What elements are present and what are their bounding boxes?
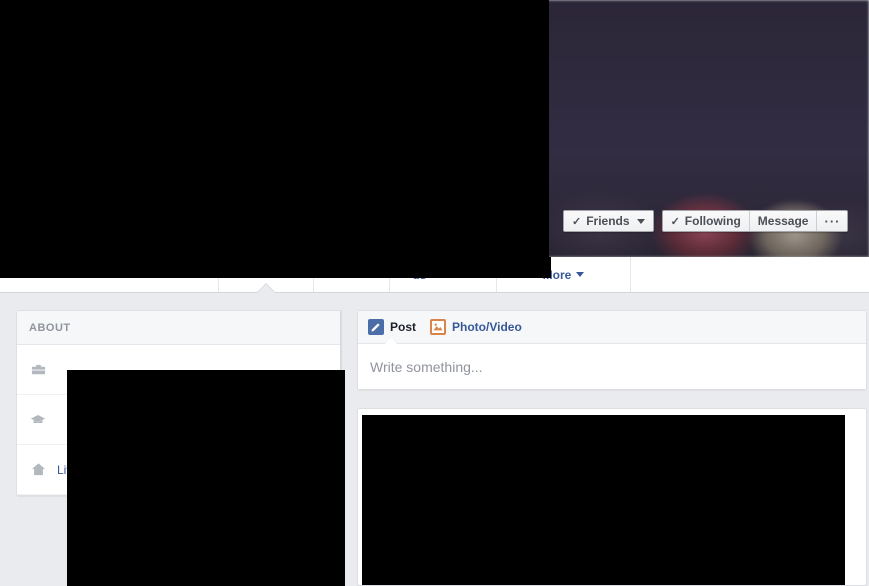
nav-right-spacer bbox=[631, 257, 869, 292]
friends-button[interactable]: ✓ Friends bbox=[564, 211, 653, 231]
photo-icon bbox=[430, 319, 447, 335]
following-message-button-group: ✓ Following Message ··· bbox=[661, 210, 849, 232]
composer-tab-bar: Post Photo/Video bbox=[358, 311, 866, 345]
following-button[interactable]: ✓ Following bbox=[662, 211, 750, 231]
friends-button-label: Friends bbox=[586, 214, 630, 228]
post-card bbox=[357, 408, 867, 586]
redaction-block-nav bbox=[0, 257, 551, 278]
message-button-label: Message bbox=[757, 214, 809, 228]
tab-photo-video[interactable]: Photo/Video bbox=[430, 311, 522, 344]
home-icon bbox=[27, 462, 49, 477]
cover-action-buttons: ✓ Friends ✓ Following Message ··· bbox=[563, 210, 849, 232]
following-button-label: Following bbox=[684, 214, 741, 228]
tab-post-label: Post bbox=[390, 320, 417, 334]
redaction-block-about bbox=[67, 370, 345, 586]
check-icon: ✓ bbox=[670, 215, 680, 228]
ellipsis-icon: ··· bbox=[824, 213, 841, 229]
post-composer-card: Post Photo/Video Write something... bbox=[357, 310, 867, 390]
redaction-block-cover bbox=[0, 0, 549, 278]
about-card-header: ABOUT bbox=[17, 311, 340, 345]
check-icon: ✓ bbox=[572, 215, 582, 228]
tab-post[interactable]: Post bbox=[368, 311, 417, 345]
more-options-button[interactable]: ··· bbox=[817, 211, 848, 231]
tab-photo-video-label: Photo/Video bbox=[452, 320, 522, 334]
message-button[interactable]: Message bbox=[749, 211, 818, 231]
briefcase-icon bbox=[27, 362, 49, 377]
post-composer-input[interactable]: Write something... bbox=[358, 344, 866, 389]
chevron-down-icon bbox=[636, 218, 645, 224]
redaction-block-post bbox=[362, 415, 845, 585]
facebook-profile-page: ✓ Friends ✓ Following Message ··· More A… bbox=[0, 0, 869, 586]
graduation-cap-icon bbox=[27, 412, 49, 427]
friends-button-group: ✓ Friends bbox=[563, 210, 654, 232]
chevron-down-icon bbox=[576, 272, 585, 277]
pencil-icon bbox=[368, 319, 384, 335]
about-card: ABOUT bbox=[16, 310, 345, 586]
main-content: ABOUT Post Photo/Video Write something..… bbox=[0, 294, 869, 586]
